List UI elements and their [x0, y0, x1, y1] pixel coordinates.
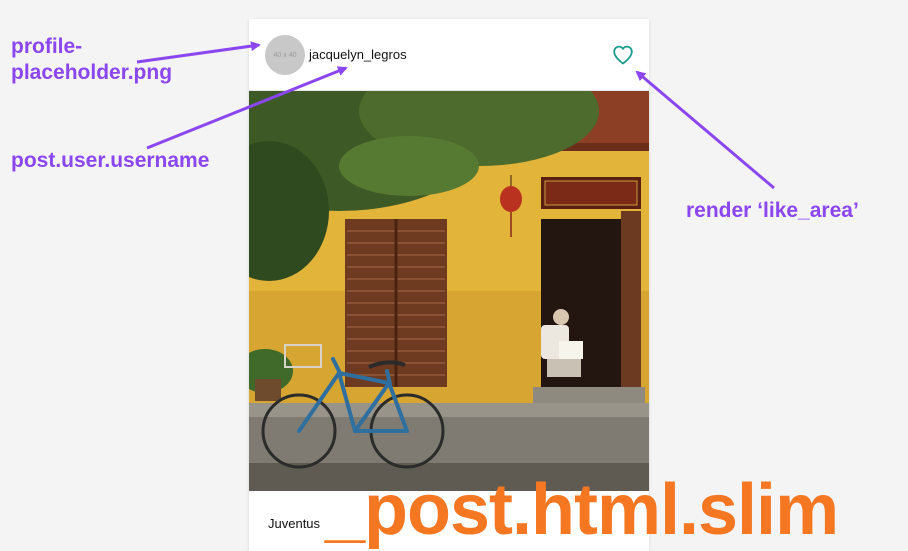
heart-outline-icon — [613, 45, 633, 65]
username[interactable]: jacquelyn_legros — [309, 47, 407, 62]
like-button[interactable] — [611, 43, 635, 67]
file-title: _post.html.slim — [325, 470, 839, 550]
like-arrow — [635, 70, 775, 190]
post-photo[interactable] — [249, 91, 649, 491]
street-scene-photo — [249, 91, 649, 491]
annotation-profile: profile- placeholder.png — [11, 35, 173, 84]
avatar-placeholder-text: 40 x 40 — [273, 51, 297, 59]
annotation-username: post.user.username — [11, 149, 210, 172]
avatar[interactable]: 40 x 40 — [265, 35, 305, 75]
post-header: 40 x 40 jacquelyn_legros — [249, 19, 649, 91]
post-caption: Juventus — [268, 516, 321, 531]
annotation-like: render ‘like_area’ — [686, 199, 859, 222]
